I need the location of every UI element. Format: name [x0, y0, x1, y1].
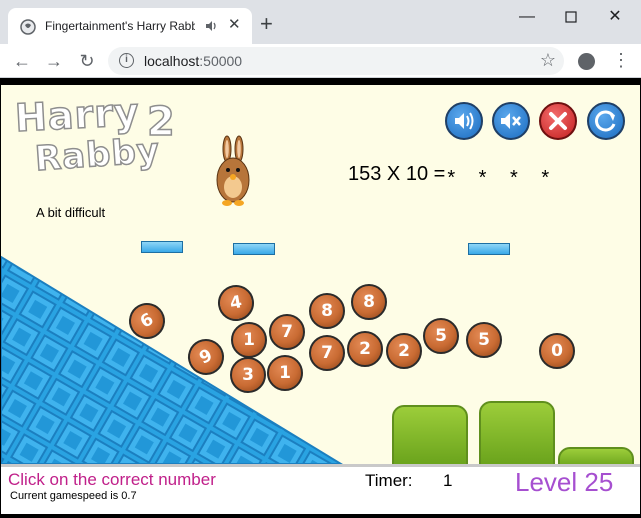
game-canvas[interactable]: Harry Rabby 2 A bit difficult 153 X 10 =…: [1, 85, 640, 464]
new-tab-button[interactable]: +: [260, 12, 273, 36]
sound-off-icon[interactable]: [492, 102, 530, 140]
url-port: :50000: [199, 53, 243, 69]
instruction-text: Click on the correct number: [8, 470, 216, 489]
number-ball[interactable]: 7: [269, 314, 305, 350]
menu-icon[interactable]: ⋮: [612, 49, 630, 71]
sound-on-icon[interactable]: [445, 102, 483, 140]
favicon: [20, 19, 36, 35]
bookmark-star-icon[interactable]: ☆: [540, 50, 556, 71]
number-ball[interactable]: 5: [466, 322, 502, 358]
status-bar: Click on the correct number Current game…: [1, 464, 640, 514]
site-info-icon[interactable]: i: [119, 53, 134, 68]
timer-value: 1: [443, 471, 453, 490]
url-text[interactable]: localhost:50000: [144, 53, 242, 69]
browser-chrome: Fingertainment's Harry Rabby 2 ✕ + — ✕ ←…: [0, 0, 641, 78]
maximize-icon[interactable]: [548, 4, 594, 30]
browser-toolbar: ← → ↻ i localhost:50000 ☆ ⋮: [0, 44, 641, 78]
bush: [392, 405, 468, 464]
number-ball[interactable]: 2: [386, 333, 422, 369]
tab-title: Fingertainment's Harry Rabby 2: [45, 19, 195, 33]
bush: [479, 401, 555, 464]
url-host: localhost: [144, 53, 200, 69]
address-bar[interactable]: i localhost:50000 ☆: [108, 47, 564, 75]
quit-icon[interactable]: [539, 102, 577, 140]
forward-icon[interactable]: →: [42, 49, 66, 73]
platform: [468, 243, 510, 255]
math-question: 153 X 10 = * * * *: [348, 163, 559, 189]
account-icon[interactable]: [578, 53, 595, 70]
browser-tab[interactable]: Fingertainment's Harry Rabby 2 ✕: [8, 8, 252, 44]
tab-close-icon[interactable]: ✕: [228, 15, 241, 35]
platform: [141, 241, 183, 253]
number-ball[interactable]: 1: [231, 322, 267, 358]
number-ball[interactable]: 0: [539, 333, 575, 369]
answer-mask: * * * *: [447, 167, 559, 189]
restart-icon[interactable]: [587, 102, 625, 140]
logo-number: 2: [146, 98, 176, 146]
close-window-icon[interactable]: ✕: [592, 4, 638, 30]
level-indicator: Level 25: [515, 467, 614, 497]
number-ball[interactable]: 5: [423, 318, 459, 354]
bush: [558, 447, 634, 464]
number-ball[interactable]: 8: [309, 293, 345, 329]
game-viewport: Harry Rabby 2 A bit difficult 153 X 10 =…: [0, 78, 641, 518]
number-ball[interactable]: 2: [347, 331, 383, 367]
minimize-icon[interactable]: —: [504, 4, 550, 30]
number-ball[interactable]: 8: [351, 284, 387, 320]
question-text: 153 X 10 =: [348, 163, 446, 185]
platform: [233, 243, 275, 255]
number-ball[interactable]: 3: [230, 357, 266, 393]
game-speed-text: Current gamespeed is 0.7: [10, 490, 137, 502]
reload-icon[interactable]: ↻: [75, 49, 99, 73]
number-ball[interactable]: 7: [309, 335, 345, 371]
difficulty-label: A bit difficult: [36, 205, 106, 220]
audio-playing-icon[interactable]: [205, 19, 219, 33]
rabbit-character: [216, 135, 250, 206]
back-icon[interactable]: ←: [10, 49, 34, 73]
timer-label: Timer:: [365, 471, 413, 490]
number-ball[interactable]: 1: [267, 355, 303, 391]
